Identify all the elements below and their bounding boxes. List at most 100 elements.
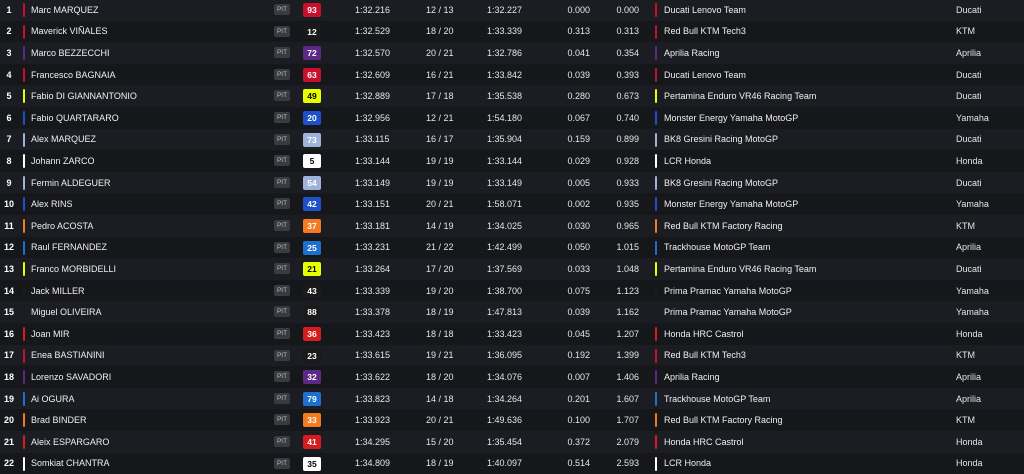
manufacturer-name: Ducati — [956, 263, 982, 274]
table-row[interactable]: 2 Maverick VIÑALES PIT 12 1:32.529 18 / 20 1:3… — [0, 20, 1024, 43]
table-row[interactable]: 10 Alex RINS PIT 42 1:33.151 20 / 21 1:58.071 0… — [0, 193, 1024, 215]
pit-indicator: PIT — [274, 457, 290, 469]
last-lap-time: 1:49.636 — [487, 415, 523, 426]
rider-position: 11 — [4, 220, 14, 231]
rider-team-color-bar — [23, 219, 25, 233]
pit-indicator: PIT — [274, 414, 290, 426]
rider-team-color-bar — [23, 154, 25, 169]
rider-position: 9 — [6, 177, 12, 188]
team-color-bar — [655, 391, 657, 406]
table-row[interactable]: 22 Somkiat CHANTRA PIT 35 1:34.809 18 / 19 1:4… — [0, 452, 1024, 474]
rider-position: 7 — [6, 134, 12, 145]
laps-count: 18 / 20 — [426, 26, 454, 37]
team-name: LCR Honda — [664, 155, 712, 166]
table-row[interactable]: 17 Enea BASTIANINI PIT 23 1:33.615 19 / 21 1:3… — [0, 344, 1024, 367]
rider-position: 3 — [6, 47, 12, 58]
best-lap-time: 1:33.622 — [355, 371, 391, 382]
rider-number-badge: 93 — [303, 3, 321, 17]
table-row[interactable]: 18 Lorenzo SAVADORI PIT 32 1:33.622 18 / 20 1:… — [0, 366, 1024, 388]
gap-value: 0.002 — [567, 199, 590, 210]
team-color-bar — [655, 154, 657, 169]
gap-value: 0.192 — [567, 350, 590, 361]
gap-value: 0.313 — [567, 26, 590, 37]
last-lap-time: 1:40.097 — [487, 458, 523, 469]
laps-count: 12 / 13 — [426, 4, 454, 15]
gap-value: 0.514 — [567, 458, 590, 469]
rider-position: 12 — [3, 242, 14, 253]
rider-team-color-bar — [23, 327, 25, 341]
team-name: Red Bull KTM Factory Racing — [664, 220, 783, 231]
table-row[interactable]: 11 Pedro ACOSTA PIT 37 1:33.181 14 / 19 1:34.0… — [0, 215, 1024, 237]
rider-name: Raul FERNANDEZ — [31, 242, 108, 253]
table-row[interactable]: 20 Brad BINDER PIT 33 1:33.923 20 / 21 1:49.63… — [0, 409, 1024, 431]
best-lap-time: 1:33.151 — [355, 199, 391, 210]
laps-count: 18 / 18 — [426, 328, 454, 339]
table-row[interactable]: 4 Francesco BAGNAIA PIT 63 1:32.609 16 / 21 1:… — [0, 63, 1024, 86]
table-row[interactable]: 6 Fabio QUARTARARO PIT 20 1:32.956 12 / 21 1:5… — [0, 107, 1024, 129]
manufacturer-name: Honda — [956, 155, 983, 166]
rider-name: Marc MARQUEZ — [31, 4, 99, 15]
team-color-bar — [655, 3, 657, 17]
team-name: Red Bull KTM Tech3 — [664, 350, 746, 361]
table-row[interactable]: 7 Alex MARQUEZ PIT 73 1:33.115 16 / 17 1:35.90… — [0, 128, 1024, 151]
laps-count: 16 / 21 — [426, 69, 454, 80]
rider-position: 4 — [6, 69, 12, 80]
pit-indicator: PIT — [274, 306, 290, 318]
rider-name: Alex RINS — [31, 199, 73, 210]
last-lap-time: 1:33.423 — [487, 328, 523, 339]
best-lap-time: 1:33.149 — [355, 177, 391, 188]
last-lap-time: 1:32.786 — [487, 47, 523, 58]
interval-value: 0.933 — [616, 177, 639, 188]
pit-indicator: PIT — [274, 176, 290, 188]
rider-number-badge: 23 — [303, 348, 321, 363]
table-row[interactable]: 19 Ai OGURA PIT 79 1:33.823 14 / 18 1:34.264 0.… — [0, 387, 1024, 410]
rider-number-badge: 37 — [303, 219, 321, 233]
laps-count: 20 / 21 — [426, 47, 454, 58]
table-row[interactable]: 9 Fermin ALDEGUER PIT 54 1:33.149 19 / 19 1:33… — [0, 171, 1024, 194]
pit-indicator: PIT — [274, 241, 290, 253]
team-color-bar — [655, 435, 657, 449]
team-name: Trackhouse MotoGP Team — [664, 242, 771, 253]
laps-count: 19 / 19 — [426, 177, 454, 188]
team-color-bar — [655, 262, 657, 277]
best-lap-time: 1:33.823 — [355, 393, 391, 404]
rider-number-badge: 20 — [303, 111, 321, 125]
table-row[interactable]: 8 Johann ZARCO PIT 5 1:33.144 19 / 19 1:33.144… — [0, 150, 1024, 172]
best-lap-time: 1:33.115 — [355, 134, 390, 145]
rider-position: 1 — [6, 4, 12, 15]
table-row[interactable]: 1 Marc MARQUEZ PIT 93 1:32.216 12 / 13 1:32.22… — [0, 0, 1024, 21]
rider-team-color-bar — [23, 111, 25, 125]
interval-value: 0.393 — [616, 69, 639, 80]
rider-team-color-bar — [23, 391, 25, 406]
rider-number-badge: 5 — [303, 154, 321, 169]
gap-value: 0.372 — [567, 436, 590, 447]
best-lap-time: 1:33.231 — [355, 242, 391, 253]
table-row[interactable]: 12 Raul FERNANDEZ PIT 25 1:33.231 21 / 22 1:42… — [0, 236, 1024, 259]
rider-team-color-bar — [23, 46, 25, 61]
table-row[interactable]: 14 Jack MILLER PIT 43 1:33.339 19 / 20 1:38.70… — [0, 279, 1024, 302]
team-color-bar — [655, 132, 657, 147]
table-row[interactable]: 5 Fabio DI GIANNANTONIO PIT 49 1:32.889 17 / … — [0, 85, 1024, 107]
best-lap-time: 1:33.423 — [355, 328, 391, 339]
rider-team-color-bar — [23, 305, 25, 320]
laps-count: 17 / 20 — [426, 263, 454, 274]
table-row[interactable]: 21 Aleix ESPARGARO PIT 41 1:34.295 15 / 20 1:3… — [0, 431, 1024, 453]
best-lap-time: 1:33.181 — [355, 220, 391, 231]
table-row[interactable]: 16 Joan MIR PIT 36 1:33.423 18 / 18 1:33.423 0.… — [0, 323, 1024, 345]
team-color-bar — [655, 24, 657, 39]
team-name: Pertamina Enduro VR46 Racing Team — [664, 263, 817, 274]
rider-team-color-bar — [23, 24, 25, 39]
interval-value: 0.313 — [616, 26, 639, 37]
manufacturer-name: Ducati — [956, 69, 982, 80]
rider-team-color-bar — [23, 3, 25, 17]
table-row[interactable]: 15 Miguel OLIVEIRA PIT 88 1:33.378 18 / 19 1:4… — [0, 301, 1024, 323]
table-row[interactable]: 3 Marco BEZZECCHI PIT 72 1:32.570 20 / 21 1:32… — [0, 42, 1024, 64]
rider-position: 8 — [6, 155, 12, 166]
rider-team-color-bar — [23, 132, 25, 147]
team-name: Pertamina Enduro VR46 Racing Team — [664, 91, 817, 102]
table-row[interactable]: 13 Franco MORBIDELLI PIT 21 1:33.264 17 / 20 1… — [0, 258, 1024, 280]
last-lap-time: 1:33.144 — [487, 155, 523, 166]
interval-value: 1.207 — [616, 328, 639, 339]
gap-value: 0.030 — [567, 220, 590, 231]
laps-count: 19 / 19 — [426, 155, 454, 166]
